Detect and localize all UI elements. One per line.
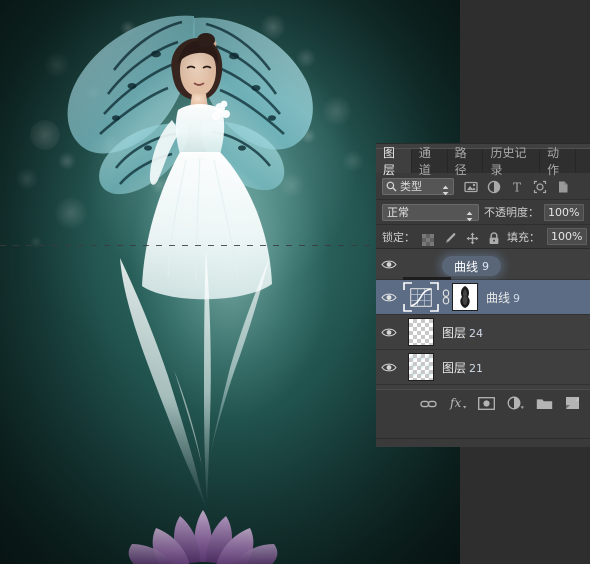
- layer-visibility-toggle[interactable]: [376, 292, 402, 303]
- filter-type-value: 类型: [400, 180, 422, 193]
- svg-text:T: T: [513, 181, 521, 195]
- tab-history-label: 历史记录: [490, 146, 527, 177]
- layer-visibility-toggle[interactable]: [376, 327, 402, 338]
- layer-name: 图层 24: [442, 324, 483, 341]
- layer-name-number: 9: [513, 291, 521, 305]
- layer-style-fx-icon[interactable]: fx: [449, 395, 467, 411]
- shape-layer-filter-icon[interactable]: [533, 179, 547, 194]
- layer-thumbnails: [408, 318, 434, 346]
- lock-icons: [422, 230, 500, 246]
- new-layer-icon[interactable]: [565, 395, 581, 411]
- pixel-layer-filter-icon[interactable]: [464, 179, 478, 193]
- layer-mask-thumbnail[interactable]: [452, 283, 478, 311]
- lock-all-icon[interactable]: [488, 230, 500, 244]
- blend-mode-row: 正常 不透明度： 100%: [376, 200, 590, 225]
- filter-type-select[interactable]: 类型: [382, 177, 454, 196]
- table-row[interactable]: 图层 21: [376, 350, 590, 385]
- layer-name-text: 曲线: [486, 290, 511, 305]
- blend-mode-select[interactable]: 正常: [382, 203, 479, 221]
- fill-label: 填充：: [507, 230, 540, 244]
- tab-history[interactable]: 历史记录: [483, 146, 541, 177]
- tab-channels[interactable]: 通道: [412, 146, 448, 177]
- add-layer-mask-icon[interactable]: [478, 395, 495, 411]
- lock-transparent-pixels-icon[interactable]: [422, 231, 434, 246]
- lock-row: 锁定： 填充： 100%: [376, 225, 590, 249]
- tab-paths-label: 路径: [454, 146, 467, 177]
- layer-thumbnail[interactable]: [408, 353, 434, 381]
- layer-name: 曲线 9: [486, 289, 520, 306]
- photoshop-window: 图层 通道 路径 历史记录 动作 类型 T 正常 不透明度： 100% 锁定： …: [0, 0, 590, 564]
- svg-text:fx: fx: [449, 396, 461, 410]
- table-row-partial[interactable]: [376, 385, 590, 389]
- link-layers-indicator-icon[interactable]: [442, 289, 450, 305]
- table-row[interactable]: 图层 24: [376, 315, 590, 350]
- drag-ghost-number: 9: [482, 259, 490, 273]
- blend-mode-value: 正常: [387, 206, 409, 219]
- tab-bar-filler: [576, 149, 590, 173]
- layer-visibility-toggle[interactable]: [376, 259, 402, 270]
- layer-thumbnail[interactable]: [408, 318, 434, 346]
- tab-channels-label: 通道: [418, 146, 431, 177]
- chevron-updown-icon[interactable]: [442, 181, 449, 195]
- layer-name-text: 图层: [442, 360, 467, 375]
- lock-position-icon[interactable]: [466, 230, 479, 245]
- link-layers-icon[interactable]: [420, 395, 437, 411]
- layer-list[interactable]: 曲线 9 曲线 9 图层 24 图层 21: [376, 249, 590, 389]
- filter-kind-icons: T: [464, 179, 570, 195]
- layer-name-number: 21: [469, 361, 484, 375]
- layer-name-text: 图层: [442, 325, 467, 340]
- layer-visibility-toggle[interactable]: [376, 362, 402, 373]
- tab-layers[interactable]: 图层: [376, 146, 412, 177]
- drag-ghost-label: 曲线 9: [442, 256, 502, 276]
- tab-actions[interactable]: 动作: [540, 146, 576, 177]
- opacity-input[interactable]: 100%: [544, 203, 584, 221]
- table-row[interactable]: 曲线 9: [376, 280, 590, 315]
- search-icon: [386, 177, 397, 196]
- chevron-updown-icon[interactable]: [466, 207, 473, 221]
- tab-paths[interactable]: 路径: [448, 146, 484, 177]
- type-layer-filter-icon[interactable]: T: [510, 179, 524, 195]
- layer-name-number: 24: [469, 326, 484, 340]
- lock-image-pixels-icon[interactable]: [443, 230, 457, 243]
- layers-panel: 图层 通道 路径 历史记录 动作 类型 T 正常 不透明度： 100% 锁定： …: [376, 146, 590, 445]
- layer-name: 图层 21: [442, 359, 483, 376]
- panel-tab-bar: 图层 通道 路径 历史记录 动作: [376, 146, 590, 177]
- tab-layers-label: 图层: [383, 146, 396, 177]
- fill-input[interactable]: 100%: [547, 228, 587, 245]
- layer-thumbnails: [408, 353, 434, 381]
- new-fill-adjustment-layer-icon[interactable]: [507, 395, 524, 411]
- opacity-label: 不透明度：: [484, 206, 539, 219]
- layer-thumbnails: [402, 281, 478, 313]
- new-group-icon[interactable]: [536, 395, 553, 411]
- table-row[interactable]: 曲线 9: [376, 249, 590, 281]
- curves-adjustment-thumbnail[interactable]: [402, 281, 440, 313]
- adjustment-layer-filter-icon[interactable]: [487, 179, 501, 194]
- lock-label: 锁定：: [382, 230, 415, 244]
- layer-panel-bottom-bar: fx: [376, 389, 590, 416]
- panel-bottom-edge: [376, 438, 590, 447]
- drag-ghost-name: 曲线: [454, 259, 479, 274]
- selection-corners-icon: [403, 282, 439, 312]
- tab-actions-label: 动作: [547, 146, 560, 177]
- smart-object-filter-icon[interactable]: [556, 179, 570, 193]
